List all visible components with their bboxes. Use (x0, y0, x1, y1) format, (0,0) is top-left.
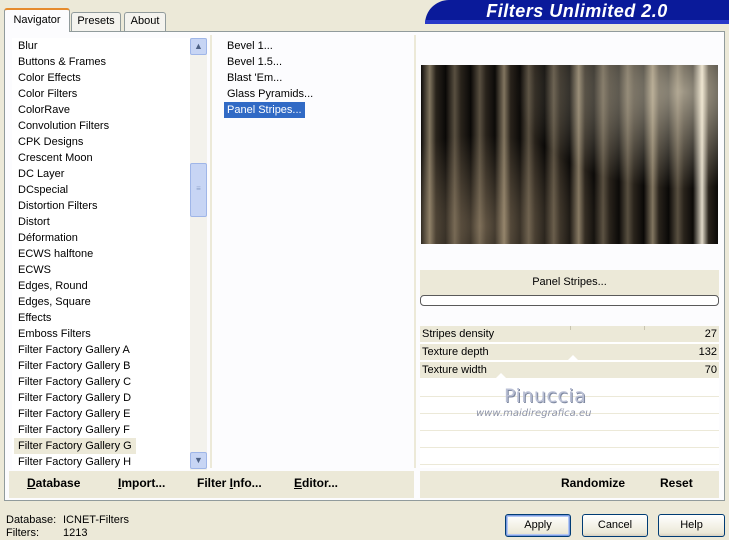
divider (210, 35, 212, 468)
param-value: 70 (704, 364, 717, 376)
app-title: Filters Unlimited 2.0 (486, 1, 668, 21)
progress-bar (420, 295, 719, 306)
filter-item[interactable]: Glass Pyramids... (224, 86, 316, 102)
scroll-up-button[interactable]: ▲ (190, 38, 207, 55)
param-label: Stripes density (422, 328, 495, 340)
filters-count-label: Filters: (6, 527, 39, 539)
category-item[interactable]: Color Filters (14, 86, 81, 102)
randomize-button[interactable]: Randomize (561, 476, 625, 490)
filter-item[interactable]: Bevel 1... (224, 38, 276, 54)
param-stripes-density[interactable]: Stripes density 27 (420, 326, 719, 343)
filter-item[interactable]: Panel Stripes... (224, 102, 305, 118)
category-item[interactable]: Distortion Filters (14, 198, 101, 214)
category-item[interactable]: DC Layer (14, 166, 68, 182)
tab-presets[interactable]: Presets (71, 12, 121, 31)
param-label: Texture depth (422, 346, 489, 358)
slider-tick (570, 326, 571, 330)
import-button[interactable]: Import... (118, 476, 165, 490)
divider (414, 35, 416, 468)
slider-knob-icon[interactable] (495, 373, 507, 379)
apply-button[interactable]: Apply (505, 514, 571, 537)
category-item[interactable]: Filter Factory Gallery D (14, 390, 135, 406)
reset-button[interactable]: Reset (660, 476, 693, 490)
category-item[interactable]: Déformation (14, 230, 82, 246)
category-item[interactable]: Filter Factory Gallery E (14, 406, 134, 422)
scroll-down-button[interactable]: ▼ (190, 452, 207, 469)
category-item[interactable]: ColorRave (14, 102, 74, 118)
database-value: ICNET-Filters (63, 514, 129, 526)
category-item[interactable]: Emboss Filters (14, 326, 95, 342)
database-label: Database: (6, 514, 57, 526)
category-item[interactable]: Filter Factory Gallery A (14, 342, 134, 358)
empty-param-row (420, 449, 719, 465)
category-item[interactable]: Effects (14, 310, 55, 326)
category-item[interactable]: Buttons & Frames (14, 54, 110, 70)
category-item[interactable]: Filter Factory Gallery B (14, 358, 134, 374)
param-value: 27 (704, 328, 717, 340)
category-item[interactable]: CPK Designs (14, 134, 87, 150)
category-list[interactable]: Blur Buttons & Frames Color Effects Color F… (12, 38, 192, 470)
preview-image (421, 65, 718, 244)
category-item[interactable]: Color Effects (14, 70, 85, 86)
title-banner: Filters Unlimited 2.0 (425, 0, 729, 24)
category-item[interactable]: Filter Factory Gallery C (14, 374, 135, 390)
database-button[interactable]: Database (27, 476, 80, 490)
left-button-bar: Database Import... Filter Info... Editor… (9, 471, 414, 498)
help-button[interactable]: Help (658, 514, 725, 537)
category-item[interactable]: Convolution Filters (14, 118, 113, 134)
category-item[interactable]: Edges, Round (14, 278, 92, 294)
filter-item[interactable]: Blast 'Em... (224, 70, 285, 86)
filters-count-value: 1213 (63, 527, 88, 539)
param-label: Texture width (422, 364, 487, 376)
category-item[interactable]: ECWS (14, 262, 55, 278)
tab-about[interactable]: About (124, 12, 166, 31)
category-item[interactable]: Edges, Square (14, 294, 95, 310)
editor-button[interactable]: Editor... (294, 476, 338, 490)
slider-knob-icon[interactable] (567, 355, 579, 361)
scroll-thumb[interactable]: ≡ (190, 163, 207, 217)
filter-item[interactable]: Bevel 1.5... (224, 54, 285, 70)
category-item[interactable]: Crescent Moon (14, 150, 97, 166)
preview-glow (421, 65, 718, 244)
preview-filter-name: Panel Stripes... (532, 276, 607, 288)
filter-list[interactable]: Bevel 1... Bevel 1.5... Blast 'Em... Glass … (222, 38, 412, 468)
category-item[interactable]: DCspecial (14, 182, 72, 198)
tab-navigator[interactable]: Navigator (4, 8, 70, 32)
category-item[interactable]: Distort (14, 214, 54, 230)
param-value: 132 (698, 346, 717, 358)
param-texture-width[interactable]: Texture width 70 (420, 362, 719, 379)
empty-param-row (420, 432, 719, 448)
category-scrollbar[interactable]: ▲ ≡ ▼ (190, 38, 207, 470)
right-button-bar: Randomize Reset (420, 471, 719, 498)
watermark-url: www.maidiregrafica.eu (476, 408, 592, 419)
category-item[interactable]: Blur (14, 38, 42, 54)
category-item[interactable]: ECWS halftone (14, 246, 97, 262)
slider-tick (644, 326, 645, 330)
category-item[interactable]: Filter Factory Gallery G (14, 438, 136, 454)
filter-info-button[interactable]: Filter Info... (197, 476, 262, 490)
watermark-name: Pinuccia (504, 385, 587, 407)
filter-name-bar: Panel Stripes... (420, 270, 719, 296)
cancel-button[interactable]: Cancel (582, 514, 648, 537)
category-item[interactable]: Filter Factory Gallery F (14, 422, 134, 438)
param-texture-depth[interactable]: Texture depth 132 (420, 344, 719, 361)
category-item[interactable]: Filter Factory Gallery H (14, 454, 135, 470)
